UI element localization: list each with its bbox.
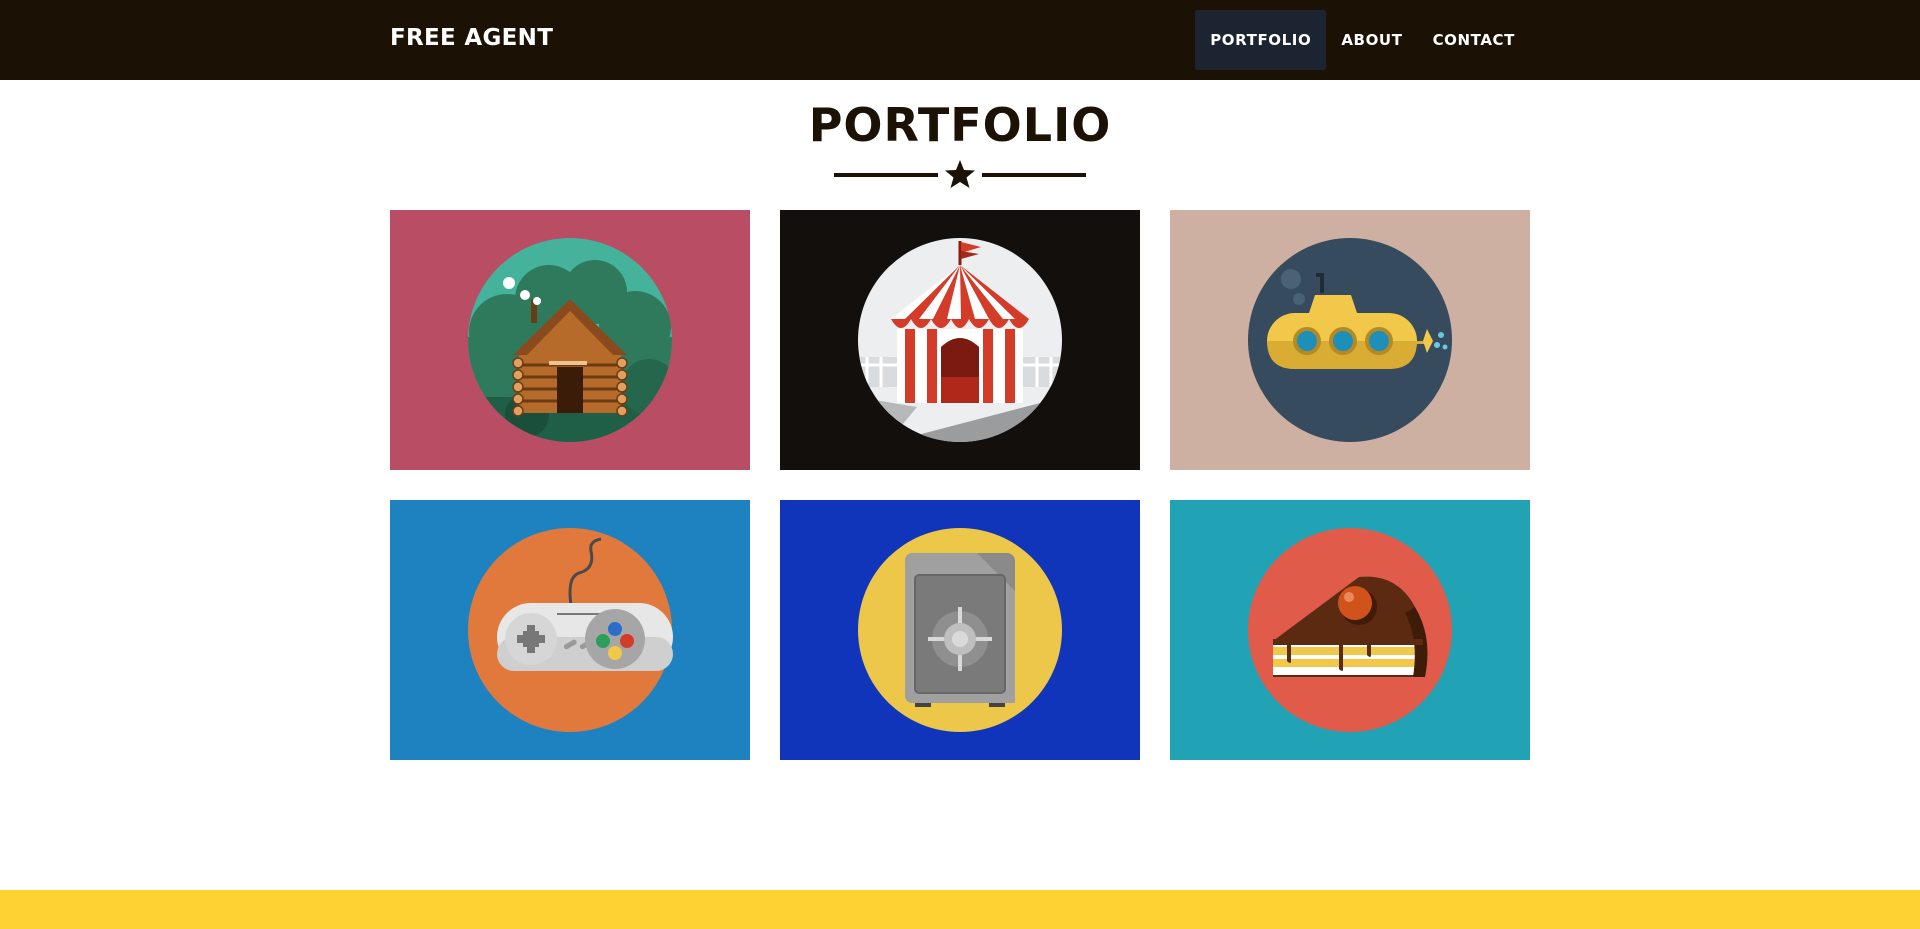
footer-band xyxy=(0,890,1920,929)
navbar: FREE AGENT PORTFOLIO ABOUT CONTACT xyxy=(0,0,1920,80)
portfolio-item-cake-slice[interactable] xyxy=(1170,500,1530,760)
safe-icon xyxy=(858,528,1062,732)
game-controller-icon xyxy=(468,528,673,732)
submarine-icon xyxy=(1248,238,1452,442)
portfolio-item-submarine[interactable] xyxy=(1170,210,1530,470)
portfolio-item-circus-tent[interactable] xyxy=(780,210,1140,470)
portfolio-grid xyxy=(390,210,1530,760)
circus-tent-icon xyxy=(858,238,1062,442)
nav-menu: PORTFOLIO ABOUT CONTACT xyxy=(1195,10,1530,70)
star-icon xyxy=(945,160,975,188)
section-title: PORTFOLIO xyxy=(808,98,1112,152)
brand-link[interactable]: FREE AGENT xyxy=(390,25,553,51)
cake-slice-icon xyxy=(1248,528,1452,732)
portfolio-item-safe[interactable] xyxy=(780,500,1140,760)
portfolio-item-game-controller[interactable] xyxy=(390,500,750,760)
nav-link-contact[interactable]: CONTACT xyxy=(1418,10,1530,70)
portfolio-item-cabin[interactable] xyxy=(390,210,750,470)
cabin-icon xyxy=(468,238,672,442)
nav-link-about[interactable]: ABOUT xyxy=(1326,10,1417,70)
title-divider xyxy=(834,160,1086,188)
nav-link-portfolio[interactable]: PORTFOLIO xyxy=(1195,10,1327,70)
